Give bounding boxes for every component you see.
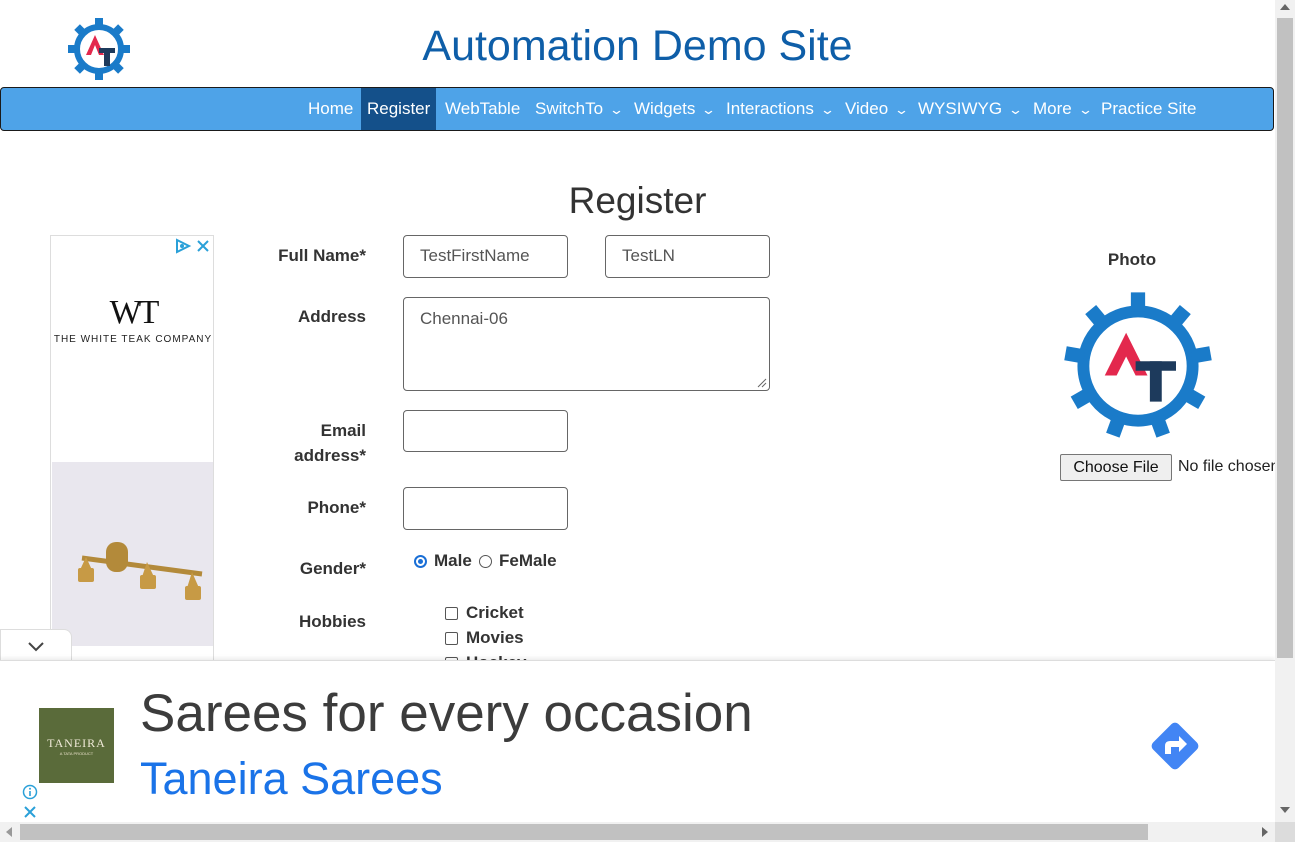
nav-interactions[interactable]: Interactions ⌄ [726, 88, 835, 130]
chevron-down-icon: ⌄ [819, 102, 835, 117]
scroll-left-arrow-icon[interactable] [6, 827, 12, 837]
nav-wysiwyg[interactable]: WYSIWYG ⌄ [918, 88, 1024, 130]
nav-webtable[interactable]: WebTable [445, 88, 520, 130]
email-label-line2: address* [294, 446, 366, 465]
phone-label: Phone* [307, 498, 366, 517]
nav-home[interactable]: Home [308, 88, 353, 130]
nav-interactions-label: Interactions [726, 99, 814, 118]
email-label: Email address* [216, 418, 366, 468]
scrollbar-corner [1275, 822, 1295, 842]
email-input[interactable] [403, 410, 568, 452]
full-name-label: Full Name* [278, 246, 366, 265]
hobby-cricket-checkbox[interactable] [445, 607, 458, 620]
nav-video[interactable]: Video ⌄ [845, 88, 910, 130]
gender-male-label[interactable]: Male [434, 551, 472, 571]
choose-file-button[interactable]: Choose File [1060, 454, 1172, 481]
ad-headline[interactable]: Sarees for every occasion [140, 683, 753, 744]
nav-widgets[interactable]: Widgets ⌄ [634, 88, 717, 130]
chevron-down-icon [28, 642, 44, 652]
nav-more[interactable]: More ⌄ [1033, 88, 1093, 130]
info-icon[interactable] [22, 784, 38, 800]
nav-register[interactable]: Register [361, 88, 437, 130]
chevron-down-icon: ⌄ [1077, 102, 1093, 117]
bottom-advertisement[interactable]: TANEIRA A TATA PRODUCT Sarees for every … [0, 660, 1275, 823]
file-status-text: No file chosen [1178, 458, 1275, 475]
gender-female-radio[interactable] [479, 555, 492, 568]
nav-switchto-label: SwitchTo [535, 99, 604, 118]
nav-more-label: More [1033, 99, 1072, 118]
hobby-movies-label[interactable]: Movies [466, 628, 524, 648]
vertical-scroll-thumb[interactable] [1277, 18, 1293, 658]
photo-label: Photo [1107, 250, 1157, 269]
scroll-right-arrow-icon[interactable] [1262, 827, 1268, 837]
ad-product-image [52, 462, 213, 646]
hobby-movies-checkbox[interactable] [445, 632, 458, 645]
scroll-down-arrow-icon[interactable] [1280, 807, 1290, 813]
chevron-down-icon: ⌄ [1007, 102, 1024, 117]
hobby-cricket-label[interactable]: Cricket [466, 603, 524, 623]
directions-arrow-icon[interactable] [1145, 716, 1205, 776]
nav-practice-site[interactable]: Practice Site [1101, 88, 1196, 130]
side-advertisement[interactable]: WT THE WHITE TEAK COMPANY [50, 235, 214, 665]
gender-female-label[interactable]: FeMale [499, 551, 557, 571]
adchoices-icon[interactable] [174, 238, 192, 254]
close-icon[interactable] [196, 239, 210, 253]
resize-handle-icon[interactable] [757, 378, 767, 388]
address-label: Address [297, 307, 366, 326]
chevron-down-icon: ⌄ [701, 102, 717, 117]
close-icon[interactable] [23, 805, 37, 819]
ad-brand-name: THE WHITE TEAK COMPANY [53, 334, 213, 345]
taneira-logo: TANEIRA A TATA PRODUCT [39, 708, 114, 783]
taneira-logo-text: TANEIRA [47, 736, 106, 750]
site-title: Automation Demo Site [422, 22, 853, 70]
nav-wysiwyg-label: WYSIWYG [918, 99, 1003, 118]
hobbies-label: Hobbies [298, 612, 366, 631]
nav-video-label: Video [845, 99, 889, 118]
nav-widgets-label: Widgets [634, 99, 696, 118]
gender-male-radio[interactable] [414, 555, 427, 568]
taneira-logo-subtext: A TATA PRODUCT [59, 751, 94, 756]
nav-switchto[interactable]: SwitchTo ⌄ [535, 88, 625, 130]
phone-input[interactable] [403, 487, 568, 530]
vertical-scrollbar[interactable] [1275, 0, 1295, 822]
address-textarea[interactable]: Chennai-06 [403, 297, 770, 391]
ad-collapse-tab[interactable] [0, 629, 72, 661]
horizontal-scroll-thumb[interactable] [20, 824, 1148, 840]
page-title: Register [568, 180, 707, 221]
ad-brand-mark: WT [109, 294, 160, 331]
ad-advertiser-link[interactable]: Taneira Sarees [140, 753, 443, 805]
gender-label: Gender* [299, 559, 366, 578]
chevron-down-icon: ⌄ [894, 102, 910, 117]
chevron-down-icon: ⌄ [608, 102, 625, 117]
first-name-input[interactable]: TestFirstName [403, 235, 568, 278]
photo-preview-logo [1064, 292, 1212, 438]
horizontal-scrollbar[interactable] [0, 822, 1275, 842]
scroll-up-arrow-icon[interactable] [1280, 4, 1290, 10]
email-label-line1: Email [320, 421, 366, 440]
last-name-input[interactable]: TestLN [605, 235, 770, 278]
main-navbar: Home Register WebTable SwitchTo ⌄ Widgets… [0, 87, 1274, 131]
